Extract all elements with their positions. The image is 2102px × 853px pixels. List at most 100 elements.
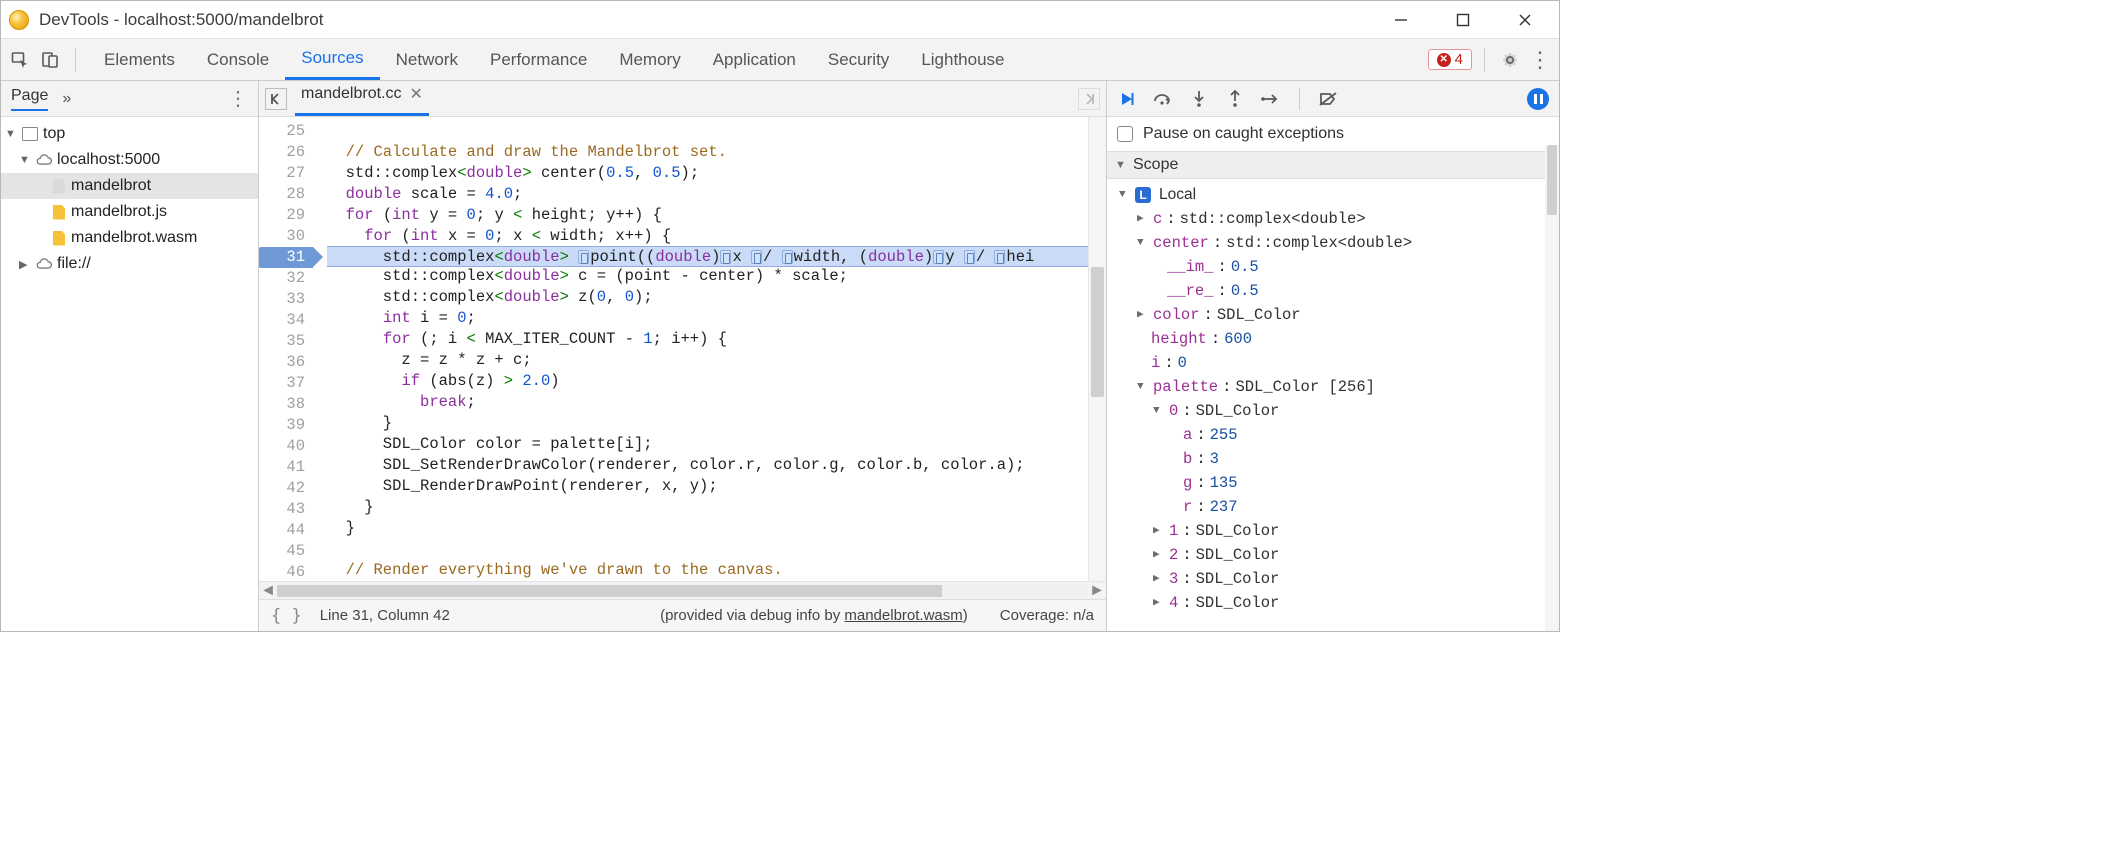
cursor-position: Line 31, Column 42: [320, 607, 450, 624]
device-mode-icon[interactable]: [37, 47, 63, 73]
file-tree: ▼ top ▼ localhost:5000 mandelbrot mandel…: [1, 117, 258, 281]
resume-button[interactable]: [1117, 89, 1137, 109]
inline-value-chip[interactable]: [578, 250, 589, 264]
var-palette-0-b[interactable]: b: 3: [1119, 447, 1559, 471]
separator: [1299, 88, 1300, 110]
cloud-icon: [35, 257, 53, 271]
tab-console[interactable]: Console: [191, 39, 285, 80]
navigator-tab-page[interactable]: Page: [11, 87, 48, 111]
tab-security[interactable]: Security: [812, 39, 905, 80]
maximize-button[interactable]: [1447, 8, 1479, 32]
var-palette-0[interactable]: ▼0: SDL_Color: [1119, 399, 1559, 423]
tab-sources[interactable]: Sources: [285, 39, 379, 80]
inline-value-chip[interactable]: [720, 250, 731, 264]
local-badge-icon: L: [1135, 187, 1151, 203]
var-palette-2[interactable]: ▶2: SDL_Color: [1119, 543, 1559, 567]
coverage-status: Coverage: n/a: [1000, 607, 1094, 624]
tree-label: top: [43, 125, 65, 143]
pause-on-caught-label: Pause on caught exceptions: [1143, 125, 1344, 143]
tab-application[interactable]: Application: [697, 39, 812, 80]
navigator-header: Page » ⋮: [1, 81, 258, 117]
tree-domain[interactable]: ▼ localhost:5000: [1, 147, 258, 173]
editor-tab-label: mandelbrot.cc: [301, 85, 402, 103]
var-height[interactable]: height: 600: [1119, 327, 1559, 351]
pause-state-badge[interactable]: [1527, 88, 1549, 110]
scope-local[interactable]: ▼L Local: [1119, 183, 1559, 207]
var-palette[interactable]: ▼palette: SDL_Color [256]: [1119, 375, 1559, 399]
debugger-toolbar: [1107, 81, 1559, 117]
more-menu-icon[interactable]: ⋮: [1527, 47, 1553, 73]
file-icon: [53, 179, 65, 194]
step-button[interactable]: [1261, 89, 1281, 109]
var-c[interactable]: ▶c: std::complex<double>: [1119, 207, 1559, 231]
scope-title: Scope: [1133, 156, 1178, 174]
var-palette-0-r[interactable]: r: 237: [1119, 495, 1559, 519]
editor-pane: mandelbrot.cc ✕ 252627282930313233343536…: [259, 81, 1107, 631]
close-button[interactable]: [1509, 8, 1541, 32]
step-over-button[interactable]: [1153, 89, 1173, 109]
error-icon: ✕: [1437, 53, 1451, 67]
separator: [1484, 48, 1485, 72]
tree-toggle-icon: ▼: [5, 128, 17, 140]
navigator-menu-icon[interactable]: ⋮: [228, 86, 248, 111]
pause-on-caught-row[interactable]: Pause on caught exceptions: [1107, 117, 1559, 151]
scope-tree: ▼L Local ▶c: std::complex<double> ▼cente…: [1107, 179, 1559, 619]
tree-file-mandelbrot[interactable]: mandelbrot: [1, 173, 258, 199]
tree-frame-top[interactable]: ▼ top: [1, 121, 258, 147]
tree-label: mandelbrot.wasm: [71, 229, 197, 247]
close-tab-icon[interactable]: ✕: [410, 84, 423, 104]
tree-file-mandelbrot-wasm[interactable]: mandelbrot.wasm: [1, 225, 258, 251]
tab-lighthouse[interactable]: Lighthouse: [905, 39, 1020, 80]
error-count-badge[interactable]: ✕ 4: [1428, 49, 1472, 70]
var-palette-3[interactable]: ▶3: SDL_Color: [1119, 567, 1559, 591]
debug-info-file-link[interactable]: mandelbrot.wasm: [844, 607, 962, 624]
inline-value-chip[interactable]: [964, 250, 975, 264]
var-palette-4[interactable]: ▶4: SDL_Color: [1119, 591, 1559, 615]
line-gutter: 2526272829303132333435363738394041424344…: [259, 117, 313, 581]
var-color[interactable]: ▶color: SDL_Color: [1119, 303, 1559, 327]
var-center-im[interactable]: __im_: 0.5: [1119, 255, 1559, 279]
editor-nav-back-icon[interactable]: [265, 88, 287, 110]
var-palette-0-g[interactable]: g: 135: [1119, 471, 1559, 495]
editor-tabbar: mandelbrot.cc ✕: [259, 81, 1106, 117]
tab-memory[interactable]: Memory: [603, 39, 696, 80]
inline-value-chip[interactable]: [782, 250, 793, 264]
scope-section-header[interactable]: ▼ Scope: [1107, 151, 1559, 179]
var-palette-1[interactable]: ▶1: SDL_Color: [1119, 519, 1559, 543]
checkbox[interactable]: [1117, 126, 1133, 142]
code-area[interactable]: // Calculate and draw the Mandelbrot set…: [313, 117, 1088, 581]
debugger-body: Pause on caught exceptions ▼ Scope ▼L Lo…: [1107, 117, 1559, 631]
separator: [75, 48, 76, 72]
debug-info-source: (provided via debug info by mandelbrot.w…: [660, 607, 968, 624]
inline-value-chip[interactable]: [933, 250, 944, 264]
pretty-print-icon[interactable]: { }: [271, 606, 302, 626]
tab-performance[interactable]: Performance: [474, 39, 603, 80]
right-scrollbar[interactable]: [1545, 145, 1559, 631]
inspect-element-icon[interactable]: [7, 47, 33, 73]
step-into-button[interactable]: [1189, 89, 1209, 109]
var-center[interactable]: ▼center: std::complex<double>: [1119, 231, 1559, 255]
tree-label: mandelbrot.js: [71, 203, 167, 221]
var-i[interactable]: i: 0: [1119, 351, 1559, 375]
navigator-pane: Page » ⋮ ▼ top ▼ localhost:5000 mandelbr…: [1, 81, 259, 631]
minimize-button[interactable]: [1385, 8, 1417, 32]
tab-elements[interactable]: Elements: [88, 39, 191, 80]
settings-gear-icon[interactable]: [1497, 47, 1523, 73]
vertical-scrollbar[interactable]: [1088, 117, 1106, 581]
tree-file-scheme[interactable]: ▶ file://: [1, 251, 258, 277]
tab-network[interactable]: Network: [380, 39, 474, 80]
deactivate-breakpoints-button[interactable]: [1318, 89, 1338, 109]
tree-toggle-icon: ▶: [19, 258, 31, 271]
editor-nav-forward-icon[interactable]: [1078, 88, 1100, 110]
horizontal-scrollbar[interactable]: ◄ ►: [259, 581, 1106, 599]
tree-toggle-icon: ▼: [19, 154, 31, 166]
editor-tab-active[interactable]: mandelbrot.cc ✕: [295, 81, 429, 116]
code-editor[interactable]: 2526272829303132333435363738394041424344…: [259, 117, 1106, 581]
navigator-more[interactable]: »: [62, 90, 71, 108]
inline-value-chip[interactable]: [994, 250, 1005, 264]
tree-file-mandelbrot-js[interactable]: mandelbrot.js: [1, 199, 258, 225]
step-out-button[interactable]: [1225, 89, 1245, 109]
inline-value-chip[interactable]: [751, 250, 762, 264]
var-center-re[interactable]: __re_: 0.5: [1119, 279, 1559, 303]
var-palette-0-a[interactable]: a: 255: [1119, 423, 1559, 447]
